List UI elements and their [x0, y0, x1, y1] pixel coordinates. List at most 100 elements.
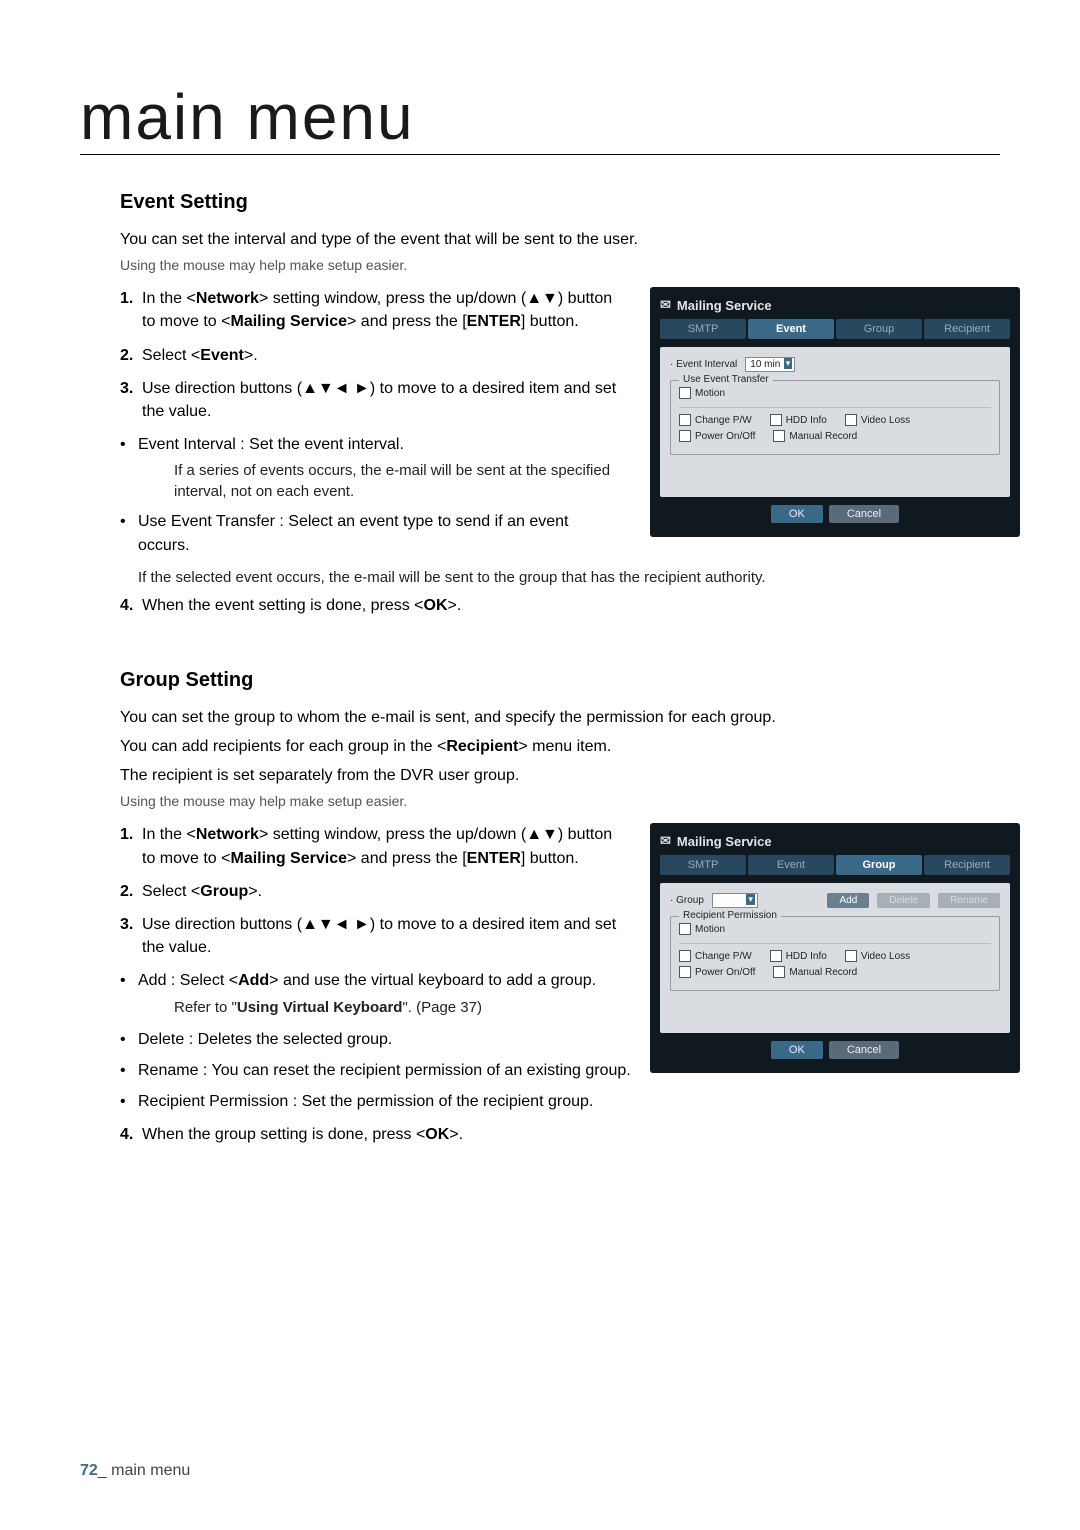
t: In the < — [142, 826, 196, 843]
t: Use direction buttons (▲▼◄ ►) to move to… — [142, 380, 616, 420]
t: Refer to " — [174, 999, 237, 1016]
t: When the event setting is done, press < — [142, 597, 424, 614]
tab-group[interactable]: Group — [836, 319, 922, 339]
event-step-2: 2. Select <Event>. — [120, 344, 620, 367]
use-event-transfer-legend: Use Event Transfer — [679, 374, 773, 385]
t: ". (Page 37) — [402, 999, 482, 1016]
group-setting-heading: Group Setting — [120, 669, 1000, 692]
tab-event[interactable]: Event — [748, 855, 834, 875]
page-title: main menu — [80, 80, 1000, 154]
t: > and press the [ — [347, 313, 467, 330]
cancel-button[interactable]: Cancel — [829, 505, 899, 523]
event-interval-label: Event Interval — [670, 359, 737, 370]
group-intro-1: You can set the group to whom the e-mail… — [120, 706, 1000, 729]
event-interval-dropdown[interactable]: 10 min — [745, 357, 795, 372]
t: Network — [196, 290, 259, 307]
group-step-1: 1. In the <Network> setting window, pres… — [120, 823, 620, 869]
t: In the < — [142, 290, 196, 307]
t: Select < — [142, 883, 200, 900]
rename-button[interactable]: Rename — [938, 893, 1000, 908]
t: Mailing Service — [231, 850, 348, 867]
event-bullet-interval-sub: If a series of events occurs, the e-mail… — [174, 460, 620, 502]
t: Recipient — [446, 738, 518, 755]
page-footer: 72_ main menu — [80, 1462, 190, 1480]
t: Group — [200, 883, 248, 900]
tab-group[interactable]: Group — [836, 855, 922, 875]
t: Use direction buttons (▲▼◄ ►) to move to… — [142, 916, 616, 956]
group-intro-2: You can add recipients for each group in… — [120, 735, 1000, 758]
window-title: Mailing Service — [660, 297, 1010, 313]
group-mouse-note: Using the mouse may help make setup easi… — [120, 793, 1000, 809]
chk-motion[interactable]: Motion — [679, 923, 725, 935]
event-setting-heading: Event Setting — [120, 191, 1000, 214]
group-bullet-rename: Rename : You can reset the recipient per… — [120, 1059, 1000, 1082]
group-intro-3: The recipient is set separately from the… — [120, 764, 1000, 787]
t: ] button. — [521, 313, 579, 330]
chk-video-loss[interactable]: Video Loss — [845, 414, 910, 426]
footer-label: main menu — [111, 1462, 190, 1479]
t: Event Interval : Set the event interval. — [138, 436, 404, 453]
t: Add — [238, 972, 269, 989]
t: Use Event Transfer : Select an event typ… — [138, 513, 568, 553]
t: Network — [196, 826, 259, 843]
chk-hdd-info[interactable]: HDD Info — [770, 950, 827, 962]
event-step-4: 4. When the event setting is done, press… — [120, 594, 1000, 617]
t: >. — [448, 597, 462, 614]
event-step-1: 1. In the <Network> setting window, pres… — [120, 287, 620, 333]
event-step-3: 3. Use direction buttons (▲▼◄ ►) to move… — [120, 377, 620, 423]
page-number: 72 — [80, 1462, 98, 1479]
group-step-4: 4. When the group setting is done, press… — [120, 1123, 1000, 1146]
tab-smtp[interactable]: SMTP — [660, 855, 746, 875]
tab-recipient[interactable]: Recipient — [924, 855, 1010, 875]
group-label: Group — [670, 895, 704, 906]
add-button[interactable]: Add — [827, 893, 869, 908]
chk-power[interactable]: Power On/Off — [679, 430, 755, 442]
t: OK — [425, 1126, 449, 1143]
event-intro: You can set the interval and type of the… — [120, 228, 800, 251]
t: > and press the [ — [347, 850, 467, 867]
chk-manual-record[interactable]: Manual Record — [773, 430, 857, 442]
group-dropdown[interactable] — [712, 893, 758, 908]
t: When the group setting is done, press < — [142, 1126, 425, 1143]
t: Using Virtual Keyboard — [237, 999, 403, 1016]
event-bullet-transfer: Use Event Transfer : Select an event typ… — [120, 510, 620, 556]
chk-change-pw[interactable]: Change P/W — [679, 414, 752, 426]
chk-manual-record[interactable]: Manual Record — [773, 966, 857, 978]
event-bullet-transfer-sub: If the selected event occurs, the e-mail… — [138, 567, 1000, 588]
delete-button[interactable]: Delete — [877, 893, 930, 908]
t: OK — [424, 597, 448, 614]
t: >. — [244, 347, 258, 364]
t: Select < — [142, 347, 200, 364]
event-bullet-interval: Event Interval : Set the event interval.… — [120, 433, 620, 502]
chk-motion[interactable]: Motion — [679, 387, 725, 399]
chk-hdd-info[interactable]: HDD Info — [770, 414, 827, 426]
chk-video-loss[interactable]: Video Loss — [845, 950, 910, 962]
t: Add : Select < — [138, 972, 238, 989]
t: You can add recipients for each group in… — [120, 738, 446, 755]
group-bullet-delete: Delete : Deletes the selected group. — [120, 1028, 1000, 1051]
t: Mailing Service — [231, 313, 348, 330]
chk-change-pw[interactable]: Change P/W — [679, 950, 752, 962]
tab-recipient[interactable]: Recipient — [924, 319, 1010, 339]
event-mouse-note: Using the mouse may help make setup easi… — [120, 257, 1000, 273]
window-title: Mailing Service — [660, 833, 1010, 849]
t: > and use the virtual keyboard to add a … — [269, 972, 596, 989]
event-screenshot: Mailing Service SMTP Event Group Recipie… — [650, 287, 1020, 537]
tab-event[interactable]: Event — [748, 319, 834, 339]
group-bullet-permission: Recipient Permission : Set the permissio… — [120, 1090, 1000, 1113]
t: >. — [449, 1126, 463, 1143]
group-bullet-add-sub: Refer to "Using Virtual Keyboard". (Page… — [174, 997, 620, 1018]
t: >. — [248, 883, 262, 900]
t: Event — [200, 347, 244, 364]
recipient-permission-legend: Recipient Permission — [679, 910, 781, 921]
group-step-2: 2. Select <Group>. — [120, 880, 620, 903]
t: ENTER — [467, 850, 521, 867]
ok-button[interactable]: OK — [771, 505, 823, 523]
t: > menu item. — [518, 738, 611, 755]
t: ] button. — [521, 850, 579, 867]
group-bullet-add: Add : Select <Add> and use the virtual k… — [120, 969, 620, 1017]
chk-power[interactable]: Power On/Off — [679, 966, 755, 978]
group-step-3: 3. Use direction buttons (▲▼◄ ►) to move… — [120, 913, 620, 959]
t: ENTER — [467, 313, 521, 330]
tab-smtp[interactable]: SMTP — [660, 319, 746, 339]
